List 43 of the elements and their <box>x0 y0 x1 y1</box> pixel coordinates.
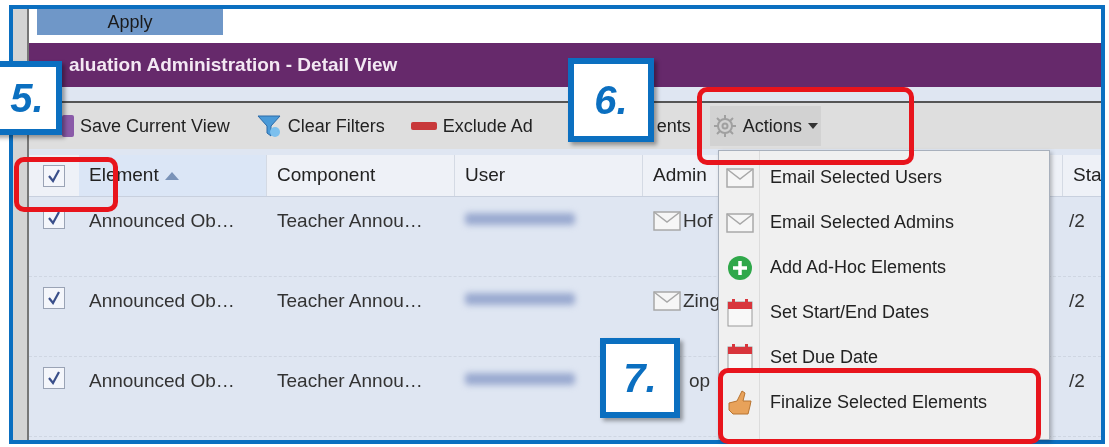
menu-item[interactable]: Set Start/End Dates <box>719 290 1049 335</box>
table-cell: /2 <box>1069 370 1085 391</box>
checkmark-icon <box>47 371 61 385</box>
envelope-icon <box>653 291 681 312</box>
thumbs-up-icon <box>727 389 753 416</box>
table-cell: Teacher Annou… <box>277 210 423 231</box>
table-cell: /2 <box>1069 290 1085 311</box>
table-cell: Announced Ob… <box>89 370 235 391</box>
envelope-icon <box>653 211 681 232</box>
minus-icon <box>410 122 437 130</box>
table-cell: Announced Ob… <box>89 290 235 311</box>
step-callout: 5. <box>0 61 62 135</box>
table-cell-text: Hof <box>683 209 713 233</box>
toolbar-button[interactable]: Clear Filters <box>252 106 388 146</box>
caret-icon <box>807 123 818 129</box>
table-cell: Teacher Annou… <box>277 370 423 391</box>
step-callout: 7. <box>600 338 680 418</box>
checkbox[interactable] <box>43 367 65 389</box>
actions-menu-button[interactable]: Actions <box>709 106 821 146</box>
column-header[interactable]: Sta <box>1063 155 1101 196</box>
funnel-icon <box>255 113 282 139</box>
checkmark-icon <box>47 291 61 305</box>
table-cell: /2 <box>1069 210 1085 231</box>
gear-icon <box>712 114 737 138</box>
table-cell: Announced Ob… <box>89 210 235 231</box>
toolbar-button[interactable]: Save Current View <box>59 106 233 146</box>
apply-button[interactable]: Apply <box>37 9 223 35</box>
calendar-icon <box>727 298 753 327</box>
checkmark-icon <box>47 168 61 183</box>
table-cell: Teacher Annou… <box>277 290 423 311</box>
sort-ascending-icon <box>164 171 179 180</box>
table-cell-text: op <box>689 369 711 393</box>
step-callout: 6. <box>568 58 654 142</box>
checkbox[interactable] <box>43 164 65 187</box>
panel-title: aluation Administration - Detail View <box>69 52 398 77</box>
checkbox[interactable] <box>43 287 65 309</box>
column-header[interactable]: Component <box>267 155 455 196</box>
column-header[interactable]: User <box>455 155 643 196</box>
menu-item[interactable]: Email Selected Admins <box>719 200 1049 245</box>
envelope-icon <box>726 167 754 188</box>
plus-circle-icon <box>727 254 753 281</box>
checkmark-icon <box>47 211 61 225</box>
envelope-icon <box>726 212 754 233</box>
